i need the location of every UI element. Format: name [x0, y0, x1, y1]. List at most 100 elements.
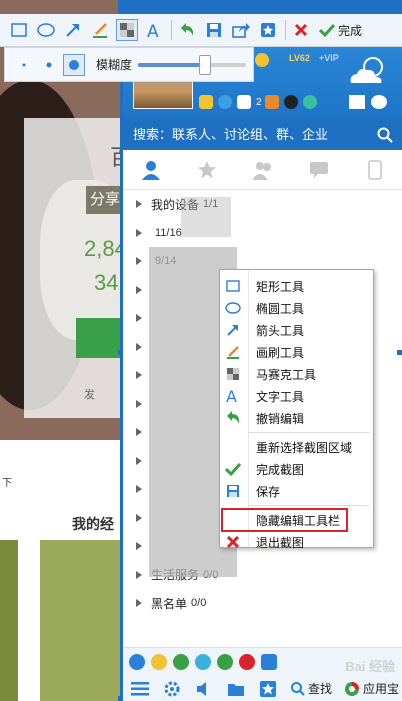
menu-item[interactable]: 完成截图: [220, 458, 373, 480]
menu-item[interactable]: 椭圆工具: [220, 297, 373, 319]
contact-search[interactable]: 搜索：联系人、讨论组、群、企业: [123, 120, 402, 150]
check-icon: [220, 462, 246, 476]
share-icon: [232, 23, 250, 38]
tab-phone[interactable]: [347, 159, 402, 180]
menu-item[interactable]: A 文字工具: [220, 385, 373, 407]
contact-group-row[interactable]: 11/16: [123, 219, 402, 248]
folder-icon[interactable]: [227, 681, 245, 697]
background-webpage: 百 分享 2,84 34 发 下 我的经: [0, 0, 122, 701]
tiny-text: 发: [84, 389, 95, 401]
save-button[interactable]: [203, 19, 225, 41]
person-icon: [142, 160, 160, 180]
size-small-button[interactable]: [13, 54, 35, 76]
favorite-star-icon[interactable]: [259, 680, 277, 697]
app-icon[interactable]: [173, 654, 189, 670]
blur-slider-thumb[interactable]: [198, 54, 211, 75]
cancel-icon: [294, 23, 308, 37]
resize-handle[interactable]: [118, 696, 123, 701]
ellipse-icon: [37, 23, 55, 37]
app-icon[interactable]: [239, 654, 255, 670]
check-icon: [319, 23, 335, 37]
menu-item[interactable]: 马赛克工具: [220, 363, 373, 385]
gear-icon[interactable]: [163, 681, 181, 697]
cancel-button[interactable]: [290, 19, 312, 41]
find-button[interactable]: 查找: [291, 680, 332, 697]
app-icon[interactable]: [217, 654, 233, 670]
expand-arrow-icon: [136, 456, 142, 465]
vip-badge[interactable]: +VIP: [319, 53, 339, 63]
search-icon[interactable]: [377, 127, 393, 143]
volume-icon[interactable]: [195, 681, 213, 697]
arrow-icon: [66, 24, 79, 37]
section-heading: 我的经: [72, 516, 114, 532]
svg-text:A: A: [226, 388, 237, 404]
context-menu: 矩形工具 椭圆工具箭头工具画刷工具 马赛克工具 A 文字工具 撤销编辑重新选择截图区域完成…: [219, 269, 374, 550]
menu-item-label: 保存: [256, 484, 281, 499]
menu-item[interactable]: 退出截图: [220, 531, 373, 553]
menu-item[interactable]: 撤销编辑: [220, 407, 373, 429]
blur-slider[interactable]: [138, 54, 247, 75]
skin-icon[interactable]: [349, 95, 365, 109]
app-icon[interactable]: [129, 654, 145, 670]
pin-button[interactable]: [257, 19, 279, 41]
highlight-box: [221, 508, 348, 532]
text-tool-button[interactable]: A: [143, 19, 165, 41]
menu-item-label: 箭头工具: [256, 323, 305, 338]
wallet-icon[interactable]: [264, 95, 279, 109]
tab-favorites[interactable]: [179, 160, 235, 180]
expand-arrow-icon: [136, 428, 142, 437]
search-placeholder: 搜索：联系人、讨论组、群、企业: [133, 127, 329, 142]
appstore-icon: [345, 681, 360, 696]
menu-separator: [248, 505, 369, 506]
arrow-tool-button[interactable]: [62, 19, 84, 41]
mail-count: 2: [256, 96, 262, 108]
menu-item[interactable]: 保存: [220, 480, 373, 502]
app-icon[interactable]: [151, 654, 167, 670]
menu-item[interactable]: 箭头工具: [220, 319, 373, 341]
tab-groups[interactable]: [235, 160, 291, 180]
done-button[interactable]: 完成: [319, 22, 362, 39]
contact-group-row[interactable]: 我的设备 1/1: [123, 190, 402, 219]
appstore-button[interactable]: 应用宝: [344, 680, 399, 697]
resize-handle[interactable]: [397, 350, 402, 355]
brush-icon: [220, 345, 246, 359]
toolbar-divider: [171, 20, 172, 40]
expand-arrow-icon: [136, 257, 142, 266]
menu-item-label: 重新选择截图区域: [256, 440, 353, 455]
ellipse-tool-button[interactable]: [35, 19, 57, 41]
penguin-icon[interactable]: [283, 95, 298, 109]
share-button[interactable]: [230, 19, 252, 41]
menu-item[interactable]: 重新选择截图区域: [220, 436, 373, 458]
share-tag: 分享: [86, 186, 122, 214]
expand-arrow-icon: [136, 342, 142, 351]
menu-item[interactable]: 隐藏编辑工具栏: [220, 508, 373, 532]
group-count: 11/16: [155, 226, 182, 239]
expand-arrow-icon: [136, 513, 142, 522]
app-icon[interactable]: [195, 654, 211, 670]
mosaic-tool-button[interactable]: [116, 19, 138, 41]
app-icon[interactable]: [261, 654, 277, 670]
resize-handle[interactable]: [118, 350, 123, 355]
status-icon[interactable]: [255, 53, 269, 67]
qzone-icon[interactable]: [218, 95, 232, 109]
group-label: 黑名单: [151, 596, 188, 611]
menu-icon[interactable]: [131, 681, 149, 697]
star-icon[interactable]: [199, 95, 213, 109]
brush-tool-button[interactable]: [89, 19, 111, 41]
app-icons: [129, 654, 283, 670]
mosaic-blur-area: [181, 197, 231, 237]
refresh-icon[interactable]: [302, 95, 317, 109]
undo-button[interactable]: [176, 19, 198, 41]
mail-icon[interactable]: [237, 95, 251, 109]
menu-item[interactable]: 矩形工具: [220, 275, 373, 297]
capture-selection-border[interactable]: [120, 14, 122, 701]
tab-chats[interactable]: [291, 161, 347, 179]
menu-item[interactable]: 画刷工具: [220, 341, 373, 363]
rectangle-tool-button[interactable]: [8, 19, 30, 41]
weather-icon[interactable]: [345, 53, 391, 89]
contact-group-row[interactable]: 黑名单 0/0: [123, 589, 402, 618]
message-box-icon[interactable]: [371, 95, 387, 109]
tab-contacts[interactable]: [123, 160, 179, 180]
size-large-button[interactable]: [63, 53, 85, 76]
size-medium-button[interactable]: [38, 54, 60, 76]
